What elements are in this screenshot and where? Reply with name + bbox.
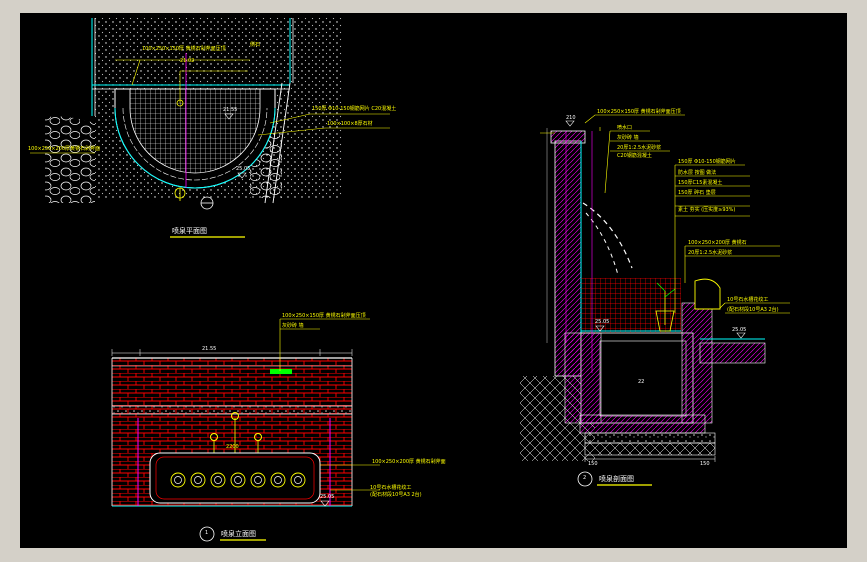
section-label-top-stone: 100×250×150厚 黄锈石剁斧面压顶	[597, 109, 681, 115]
section-dim-right: 150	[700, 461, 710, 467]
plan-level-mid: 21.02	[180, 58, 195, 64]
section-label-wall: 灰砂砖 墙	[617, 135, 639, 141]
section-level-bottom: 22	[638, 379, 645, 385]
elevation-level-top: 21.55	[202, 346, 217, 352]
plan-level-water: 25.05	[236, 166, 251, 172]
section-label-pot: 10号石水槽花纹工	[727, 297, 769, 303]
section-dim-left: 150	[588, 461, 598, 467]
section-label-rim-mortar: 20厚1:2.5水泥砂浆	[688, 250, 733, 256]
plan-label-top-stone: 100×250×150厚 黄锈石剁斧面压顶	[142, 46, 226, 52]
section-label-rim: 100×250×200厚 黄锈石	[688, 240, 747, 246]
section-label-mortar: 20厚1:2.5水泥砂浆	[617, 145, 662, 151]
section-label-gravel: 150厚 碎石 垫层	[678, 190, 716, 196]
elevation-level-mid: 2200	[226, 444, 239, 450]
elevation-label-base: 100×250×200厚 黄锈石剁斧面	[372, 459, 446, 465]
plan-level-top: 21.55	[223, 107, 238, 113]
elevation-label-fountain: 10号石水槽花纹工	[370, 485, 412, 491]
section-label-spout: 喷水口	[617, 125, 633, 131]
plan-label-gravel: 100×100×8厚石材	[327, 121, 373, 127]
section-label-soil: 素土 夯实 (压实度≥93%)	[678, 207, 736, 213]
cad-model-viewport[interactable]: 100×250×150厚 黄锈石剁斧面压顶 侧石 150厚 Φ10-150钢筋网…	[20, 13, 847, 548]
section-label-concrete: C20钢筋混凝土	[617, 153, 652, 159]
section-label-rebar: 150厚 Φ10-150钢筋网片	[678, 159, 736, 165]
elevation-label-wall: 灰砂砖 墙	[282, 323, 304, 329]
section-level-right: 25.05	[732, 327, 747, 333]
section-level-water: 25.05	[595, 319, 610, 325]
elevation-view	[111, 318, 380, 542]
section-title: 喷泉剖面图	[599, 475, 634, 483]
plan-label-pebble: 100×250×200厚黄锈石剁斧面	[28, 146, 101, 152]
section-label-pot-note: (配石材段10号A3 2台)	[727, 307, 779, 313]
plan-label-inner: 150厚 Φ10-150钢筋网片 C20混凝土	[312, 106, 397, 112]
elevation-label-top-stone: 100×250×150厚 黄锈石剁斧面压顶	[282, 313, 366, 319]
elevation-number: 1	[205, 530, 209, 536]
elevation-level-bottom: 25.05	[320, 494, 335, 500]
elevation-label-fountain-note: (配石材段10号A3 2台)	[370, 492, 422, 498]
section-label-waterproof: 防水层 按图 做法	[678, 170, 717, 176]
section-level-top: 210	[566, 115, 576, 121]
cad-drawing	[30, 18, 790, 542]
section-label-tile: 150厚C15素混凝土	[678, 180, 723, 186]
plan-label-edge: 侧石	[250, 42, 261, 48]
plan-title: 喷泉平面图	[172, 227, 207, 235]
elevation-title: 喷泉立面图	[221, 530, 256, 538]
section-number: 2	[583, 475, 587, 481]
